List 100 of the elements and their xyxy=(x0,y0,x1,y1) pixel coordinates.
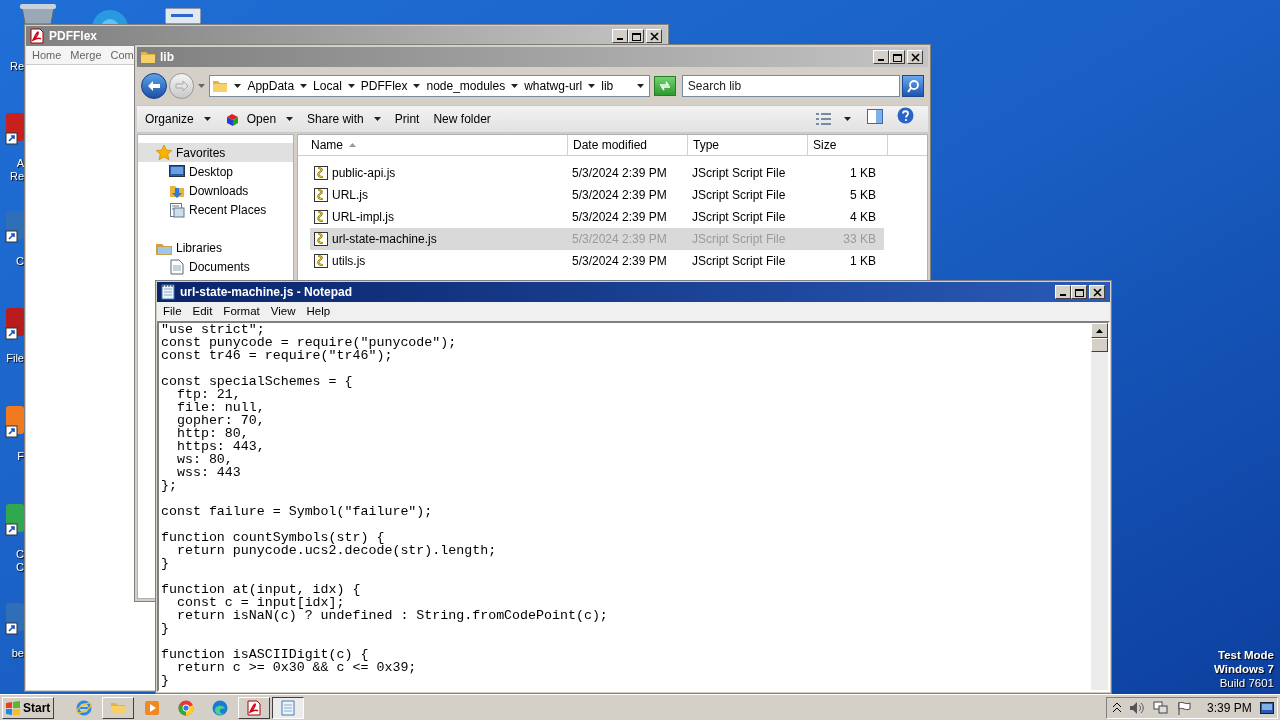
size-cell-text: 33 KB xyxy=(842,231,877,248)
menu-item[interactable]: Help xyxy=(306,302,331,321)
breadcrumb-item[interactable]: lib xyxy=(601,77,614,95)
file-row[interactable]: public-api.js 5/3/2024 2:39 PM JScript Script File 1 KB xyxy=(310,162,884,184)
maximize-button[interactable] xyxy=(1071,285,1087,299)
view-options-button[interactable] xyxy=(816,112,851,126)
icon-label: Re xyxy=(9,170,24,183)
menu-item[interactable]: File xyxy=(163,302,182,321)
file-row[interactable]: URL-impl.js 5/3/2024 2:39 PM JScript Script File 4 KB xyxy=(310,206,884,228)
folder-icon xyxy=(212,78,229,94)
minimize-icon xyxy=(878,59,884,61)
minimize-button[interactable] xyxy=(1055,285,1071,299)
nav-item[interactable]: Documents xyxy=(138,257,293,276)
nav-item[interactable]: Desktop xyxy=(138,162,293,181)
window-title: url-state-machine.js - Notepad xyxy=(180,284,353,301)
list-view-icon xyxy=(816,112,832,126)
desktop-icon xyxy=(169,163,185,180)
caret-icon xyxy=(373,117,381,121)
browser-icon xyxy=(178,699,194,716)
caret-icon xyxy=(636,84,644,88)
refresh-button[interactable] xyxy=(654,76,676,96)
file-row[interactable]: utils.js 5/3/2024 2:39 PM JScript Script File 1 KB xyxy=(310,250,884,272)
close-button[interactable] xyxy=(907,50,923,64)
type-cell-text: JScript Script File xyxy=(692,209,787,226)
address-bar[interactable]: AppData Local PDFFlex node_modules whatwg-url lib xyxy=(209,75,651,97)
menu-item[interactable]: Edit xyxy=(192,302,213,321)
date-cell-text: 5/3/2024 2:39 PM xyxy=(572,231,668,248)
nav-item[interactable]: Libraries xyxy=(138,238,293,257)
back-arrow-icon xyxy=(146,80,161,92)
file-name: public-api.js xyxy=(332,165,396,182)
file-row[interactable]: url-state-machine.js 5/3/2024 2:39 PM JScript Script File 33 KB xyxy=(310,228,884,250)
search-icon xyxy=(906,79,921,93)
shortcut-icon xyxy=(4,603,24,637)
close-button[interactable] xyxy=(1089,285,1105,299)
shortcut-icon xyxy=(4,113,24,147)
caret-icon xyxy=(203,117,211,121)
taskbar-app-button[interactable] xyxy=(272,696,304,719)
menu-tab[interactable]: Com xyxy=(110,46,134,64)
browser-icon xyxy=(76,699,92,716)
up-arrow-icon xyxy=(1096,328,1103,333)
menu-item[interactable]: Format xyxy=(223,302,260,321)
type-cell-text: JScript Script File xyxy=(692,253,787,270)
chevron-icon xyxy=(347,84,355,88)
chevron-up-icon xyxy=(1113,703,1121,712)
maximize-button[interactable] xyxy=(628,29,644,43)
toolbar-button[interactable]: Share with xyxy=(307,110,381,128)
breadcrumb-item[interactable]: AppData xyxy=(247,77,295,95)
back-button[interactable] xyxy=(141,73,167,99)
breadcrumb-item[interactable]: PDFFlex xyxy=(360,77,408,95)
maximize-button[interactable] xyxy=(889,50,905,64)
search-field[interactable]: Search lib xyxy=(681,75,901,97)
nav-item[interactable]: Downloads xyxy=(138,181,293,200)
size-cell-text: 1 KB xyxy=(849,165,877,182)
sort-arrow-icon xyxy=(349,143,356,147)
menu-tab[interactable]: Home xyxy=(32,46,62,64)
speaker-icon xyxy=(1129,700,1145,715)
type-cell-text: JScript Script File xyxy=(692,187,787,204)
icon-label: C xyxy=(16,255,24,268)
scrollbar[interactable] xyxy=(1091,323,1108,690)
start-button[interactable]: Start xyxy=(2,696,54,719)
nav-item[interactable]: Recent Places xyxy=(138,200,293,219)
toolbar-button[interactable]: Print xyxy=(394,110,420,128)
file-name: url-state-machine.js xyxy=(332,231,437,248)
script-file-icon xyxy=(313,165,329,181)
pdf-icon xyxy=(246,699,262,716)
folder-icon xyxy=(140,49,156,65)
scroll-thumb[interactable] xyxy=(1091,338,1108,352)
chevron-icon xyxy=(511,84,519,88)
breadcrumb-item[interactable]: node_modules xyxy=(426,77,506,95)
file-name: URL.js xyxy=(332,187,368,204)
breadcrumb-item[interactable]: Local xyxy=(313,77,342,95)
minimize-button[interactable] xyxy=(873,50,889,64)
close-icon xyxy=(647,30,661,42)
close-button[interactable] xyxy=(646,29,662,43)
caret-icon xyxy=(286,117,294,121)
date-cell-text: 5/3/2024 2:39 PM xyxy=(572,253,668,270)
script-file-icon xyxy=(313,209,329,225)
icon-label: File xyxy=(6,352,24,365)
scroll-up-button[interactable] xyxy=(1091,323,1108,338)
size-cell-text: 1 KB xyxy=(849,253,877,270)
menu-tab[interactable]: Merge xyxy=(70,46,102,64)
search-button[interactable] xyxy=(902,75,924,97)
close-icon xyxy=(908,51,922,63)
toolbar-button[interactable]: Organize xyxy=(145,110,211,128)
icon-label: be xyxy=(11,647,24,660)
file-row[interactable]: URL.js 5/3/2024 2:39 PM JScript Script File 5 KB xyxy=(310,184,884,206)
toolbar-button[interactable]: New folder xyxy=(433,110,491,128)
toolbar-button[interactable]: Open xyxy=(224,110,294,128)
windows-logo-icon xyxy=(5,700,21,715)
icon-label: C xyxy=(16,561,24,574)
menu-item[interactable]: View xyxy=(270,302,296,321)
breadcrumb-item[interactable]: whatwg-url xyxy=(524,77,583,95)
size-cell-text: 5 KB xyxy=(849,187,877,204)
network-icon xyxy=(1153,700,1169,715)
document-icon xyxy=(165,8,201,24)
forward-arrow-icon xyxy=(174,80,189,92)
nav-item[interactable]: Favorites xyxy=(138,143,293,162)
document-icon xyxy=(169,258,185,275)
minimize-button[interactable] xyxy=(612,29,628,43)
size-cell-text: 4 KB xyxy=(849,209,877,226)
